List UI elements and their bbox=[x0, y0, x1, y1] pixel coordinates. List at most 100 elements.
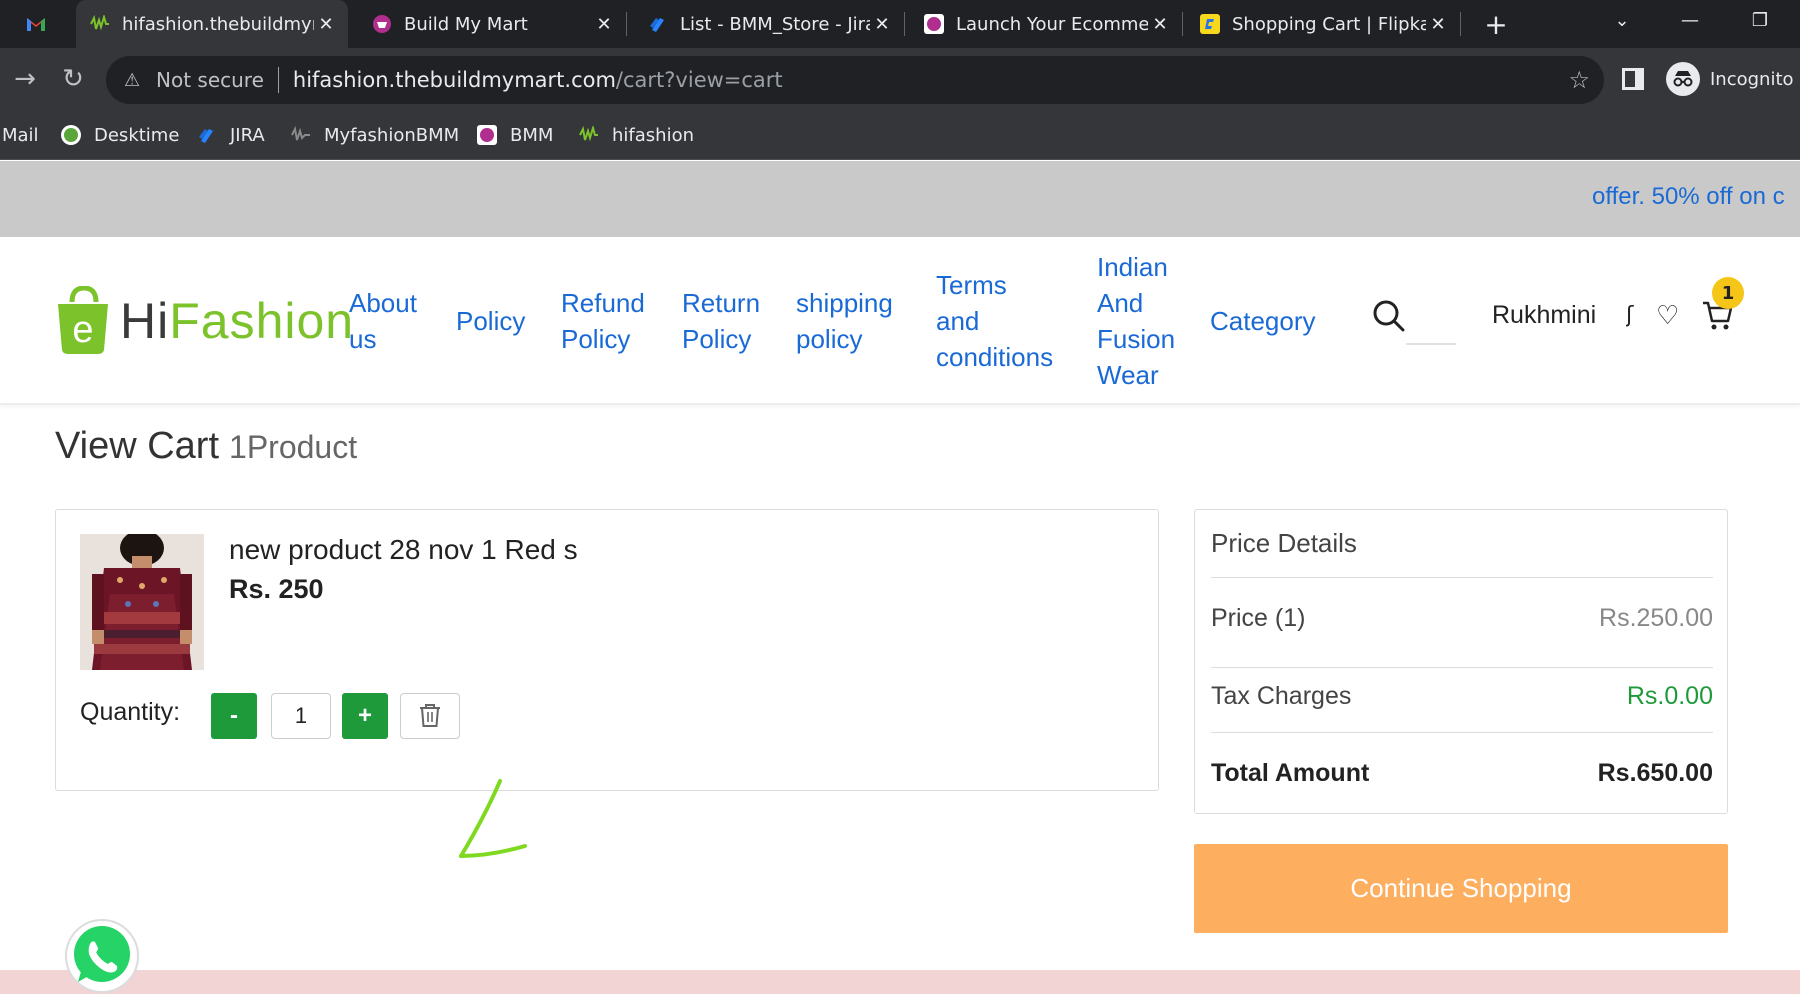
url-host[interactable]: hifashion.thebuildmymart.com bbox=[293, 68, 616, 92]
nav-line: Policy bbox=[682, 324, 752, 354]
tab-title: Build My Mart bbox=[404, 13, 528, 35]
restore-icon[interactable]: ❐ bbox=[1736, 0, 1784, 40]
not-secure-label[interactable]: Not secure bbox=[156, 68, 264, 92]
bookmark-jira[interactable]: JIRA bbox=[196, 122, 265, 148]
tab-launch-ecommerce[interactable]: Launch Your Ecommerce ✕ bbox=[906, 0, 1183, 48]
browser-toolbar: → ↻ ⚠ Not secure hifashion.thebuildmymar… bbox=[0, 48, 1800, 110]
total-label: Total Amount bbox=[1211, 759, 1370, 787]
forward-icon[interactable]: → bbox=[6, 60, 44, 98]
continue-shopping-button[interactable]: Continue Shopping bbox=[1194, 844, 1728, 933]
bookmark-label: MyfashionBMM bbox=[324, 124, 460, 146]
product-count: 1Product bbox=[229, 429, 358, 465]
site-header: e HiFashion About us Policy Refund Polic… bbox=[0, 237, 1800, 405]
whatsapp-icon[interactable] bbox=[62, 916, 142, 994]
search-input[interactable] bbox=[1406, 343, 1456, 345]
cart-count-badge[interactable]: 1 bbox=[1712, 277, 1744, 309]
bookmark-hifashion[interactable]: hifashion bbox=[578, 122, 694, 148]
nav-shipping-policy[interactable]: shipping policy bbox=[796, 285, 893, 357]
close-tab-icon[interactable]: ✕ bbox=[592, 14, 616, 35]
bookmark-myfashionbmm[interactable]: MyfashionBMM bbox=[290, 122, 459, 148]
nav-line: policy bbox=[796, 324, 863, 354]
nav-line: About bbox=[349, 288, 417, 318]
nav-line: Return bbox=[682, 288, 761, 318]
quantity-input[interactable] bbox=[271, 693, 331, 739]
gmail-icon bbox=[26, 14, 46, 34]
nav-refund-policy[interactable]: Refund Policy bbox=[561, 285, 645, 357]
divider bbox=[1211, 577, 1713, 578]
search-icon[interactable] bbox=[1372, 299, 1406, 333]
decrease-quantity-button[interactable]: - bbox=[211, 693, 257, 739]
product-name[interactable]: new product 28 nov 1 Red s bbox=[229, 534, 578, 566]
increase-quantity-button[interactable]: + bbox=[342, 693, 388, 739]
trash-icon bbox=[418, 702, 442, 731]
nav-line: And bbox=[1097, 288, 1144, 318]
warning-triangle-icon[interactable]: ⚠ bbox=[124, 70, 146, 91]
url-path[interactable]: /cart?view=cart bbox=[616, 68, 783, 92]
price-details-card: Price Details Price (1) Rs.250.00 Tax Ch… bbox=[1194, 509, 1728, 814]
quantity-label: Quantity: bbox=[80, 698, 181, 726]
tab-hifashion[interactable]: hifashion.thebuildmymart.com ✕ bbox=[76, 0, 348, 48]
nav-line: Terms bbox=[936, 270, 1007, 300]
close-tab-icon[interactable]: ✕ bbox=[1426, 14, 1450, 35]
divider bbox=[1211, 667, 1713, 668]
tab-search-chevron-icon[interactable]: ⌄ bbox=[1598, 0, 1646, 40]
nav-policy[interactable]: Policy bbox=[456, 303, 525, 339]
jira-icon bbox=[196, 124, 218, 146]
bookmark-bmm[interactable]: BMM bbox=[476, 122, 553, 148]
tab-separator bbox=[1182, 12, 1183, 36]
reload-icon[interactable]: ↻ bbox=[54, 60, 92, 98]
tab-jira[interactable]: List - BMM_Store - Jira ✕ bbox=[628, 0, 905, 48]
omnibox-divider bbox=[277, 67, 279, 93]
tab-gmail-pinned[interactable] bbox=[26, 0, 72, 48]
bookmark-label: BMM bbox=[510, 124, 554, 146]
offer-marquee-text[interactable]: offer. 50% off on c bbox=[1592, 183, 1785, 211]
price-details-heading: Price Details bbox=[1211, 528, 1357, 558]
tab-title: hifashion.thebuildmymart.com bbox=[122, 13, 314, 35]
close-tab-icon[interactable]: ✕ bbox=[870, 14, 894, 35]
nav-category[interactable]: Category bbox=[1210, 303, 1316, 339]
tab-title: Launch Your Ecommerce bbox=[956, 13, 1148, 35]
user-icon[interactable]: ʃ bbox=[1626, 303, 1638, 328]
bmm-favicon-icon bbox=[372, 14, 392, 34]
nav-line: Fusion bbox=[1097, 324, 1176, 354]
nav-line: Refund bbox=[561, 288, 645, 318]
offer-banner: offer. 50% off on c bbox=[0, 161, 1800, 237]
bookmark-label: Desktime bbox=[94, 124, 180, 146]
minimize-icon[interactable]: — bbox=[1666, 0, 1714, 40]
bookmark-label: JIRA bbox=[230, 124, 265, 146]
product-image[interactable] bbox=[80, 534, 204, 670]
site-logo[interactable]: e HiFashion bbox=[54, 285, 354, 357]
nav-return-policy[interactable]: Return Policy bbox=[682, 285, 760, 357]
browser-tabstrip: hifashion.thebuildmymart.com ✕ Build My … bbox=[0, 0, 1800, 48]
nav-terms-and-conditions[interactable]: Terms and conditions bbox=[936, 267, 1053, 375]
nav-line: Policy bbox=[561, 324, 631, 354]
nav-indian-fusion-wear[interactable]: Indian And Fusion Wear bbox=[1097, 249, 1175, 393]
nav-line: Indian bbox=[1097, 252, 1168, 282]
total-row: Total Amount Rs.650.00 bbox=[1211, 759, 1713, 788]
divider bbox=[1211, 732, 1713, 733]
incognito-label: Incognito bbox=[1710, 68, 1794, 90]
product-price: Rs. 250 bbox=[229, 574, 324, 604]
total-value: Rs.650.00 bbox=[1597, 759, 1713, 787]
new-tab-plus-icon[interactable]: + bbox=[1480, 8, 1512, 41]
tab-flipkart-cart[interactable]: Shopping Cart | Flipkart ✕ bbox=[1184, 0, 1461, 48]
side-panel-icon[interactable] bbox=[1622, 68, 1644, 90]
tab-separator bbox=[626, 12, 627, 36]
close-tab-icon[interactable]: ✕ bbox=[314, 14, 338, 35]
address-bar[interactable]: ⚠ Not secure hifashion.thebuildmymart.co… bbox=[106, 56, 1604, 104]
view-cart-heading: View Cart bbox=[55, 425, 220, 467]
tab-title: List - BMM_Store - Jira bbox=[680, 13, 870, 35]
nav-line: Policy bbox=[456, 306, 526, 336]
bookmark-desktime[interactable]: Desktime bbox=[60, 122, 179, 148]
shopping-bag-logo-icon: e bbox=[54, 285, 112, 356]
close-tab-icon[interactable]: ✕ bbox=[1148, 14, 1172, 35]
user-name[interactable]: Rukhmini bbox=[1492, 301, 1596, 330]
wishlist-heart-icon[interactable]: ♡ bbox=[1656, 301, 1679, 331]
nav-about-us[interactable]: About us bbox=[349, 285, 417, 357]
incognito-badge[interactable]: Incognito bbox=[1666, 56, 1796, 102]
bookmark-star-icon[interactable]: ☆ bbox=[1568, 66, 1590, 94]
green-annotation-arrow-icon bbox=[459, 779, 527, 858]
remove-item-button[interactable] bbox=[400, 693, 460, 739]
bookmark-mail[interactable]: Mail bbox=[2, 122, 39, 148]
tab-build-my-mart[interactable]: Build My Mart ✕ bbox=[350, 0, 627, 48]
